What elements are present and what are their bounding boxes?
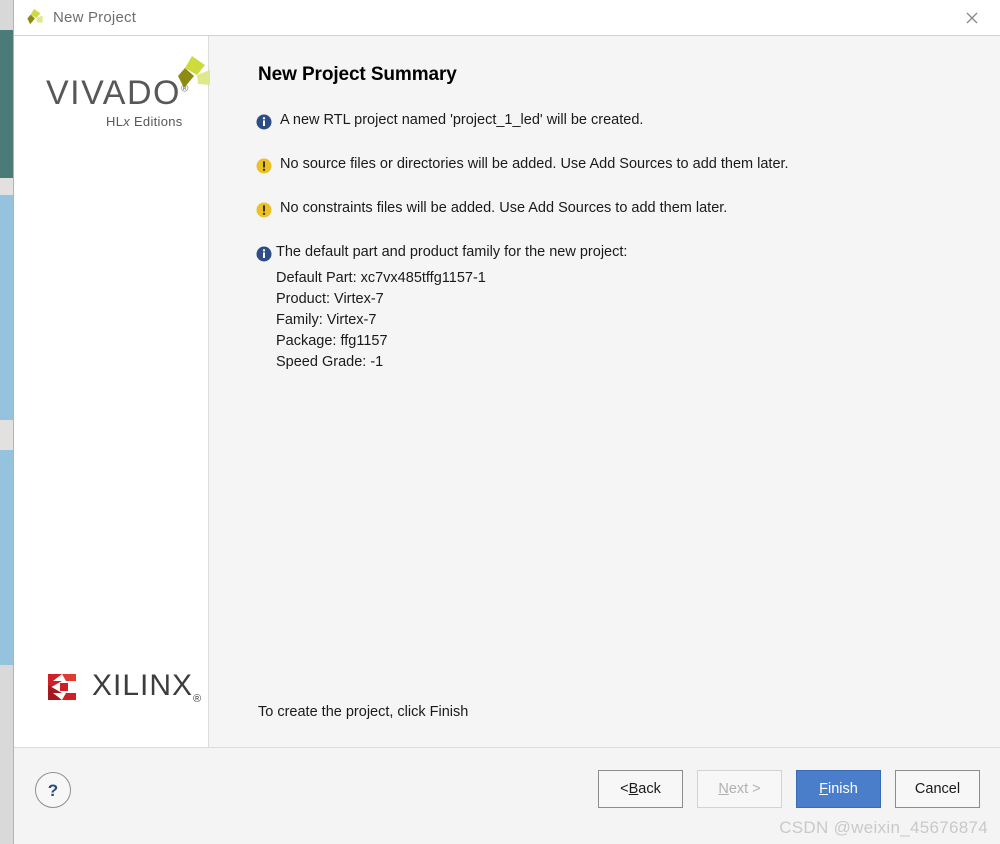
cancel-button-label: Cancel [914,781,961,797]
help-button[interactable]: ? [35,772,71,808]
finish-button-suffix: inish [828,781,858,797]
xilinx-registered-mark: ® [193,693,203,705]
xilinx-wordmark-text: XILINX [92,669,194,702]
finish-button-mnemonic: F [819,781,829,797]
summary-item-text: No source files or directories will be a… [280,156,789,172]
content-pane: New Project Summary A new RTL project na… [210,36,1000,747]
vivado-subtitle-post: Editions [130,114,183,129]
back-button-prefix: < [620,781,629,797]
part-detail-family: Family: Virtex-7 [276,312,377,328]
desktop-strip-gap-2 [0,420,13,450]
part-detail-default-part: Default Part: xc7vx485tffg1157-1 [276,270,486,286]
question-mark-icon: ? [47,780,59,800]
part-detail-package: Package: ffg1157 [276,333,388,349]
vivado-pinwheel-icon [172,54,212,96]
xilinx-mark-icon [46,671,80,703]
summary-item: No source files or directories will be a… [256,156,976,174]
vivado-wordmark: VIVADO® [46,74,190,113]
dialog-title-bar: New Project [14,0,1000,36]
dialog-sidebar: VIVADO® HLx Editions XILINX® [14,36,210,747]
part-detail-product: Product: Virtex-7 [276,291,384,307]
info-icon [256,114,272,130]
vivado-pinwheel-icon [24,8,44,28]
vivado-subtitle: HLx Editions [106,114,183,129]
default-part-heading: The default part and product family for … [276,244,628,260]
dialog-button-row: < Back Next > Finish Cancel [598,770,980,808]
finish-hint-text: To create the project, click Finish [258,704,469,720]
desktop-strip-gray [0,665,13,844]
part-detail-speed-grade: Speed Grade: -1 [276,354,384,370]
vivado-subtitle-x: x [123,114,131,129]
summary-item-text: A new RTL project named 'project_1_led' … [280,112,644,128]
info-icon [256,246,272,262]
new-project-dialog: New Project VIVADO® HLx Editions XILINX®… [13,0,1000,844]
vivado-subtitle-pre: HL [106,114,124,129]
dialog-title: New Project [53,9,137,26]
cancel-button[interactable]: Cancel [895,770,980,808]
back-button-mnemonic: B [628,781,639,797]
summary-list: A new RTL project named 'project_1_led' … [256,112,976,373]
default-part-heading-row: The default part and product family for … [256,244,976,262]
page-title: New Project Summary [258,64,457,85]
xilinx-wordmark: XILINX® [92,669,202,705]
xilinx-logo: XILINX® [46,669,202,705]
desktop-strip-teal [0,30,13,178]
warning-icon [256,158,272,174]
desktop-strip-blue-2 [0,450,13,665]
summary-item: A new RTL project named 'project_1_led' … [256,112,976,130]
vivado-wordmark-text: VIVADO [46,74,181,112]
finish-button[interactable]: Finish [796,770,881,808]
default-part-block: The default part and product family for … [256,244,976,373]
desktop-strip-blue-1 [0,195,13,420]
warning-icon [256,202,272,218]
summary-item: No constraints files will be added. Use … [256,200,976,218]
dialog-body: VIVADO® HLx Editions XILINX® New Project… [14,36,1000,747]
desktop-background-strip [0,0,13,844]
desktop-strip-gap-1 [0,178,13,195]
next-button-suffix: ext > [728,781,761,797]
next-button-mnemonic: N [718,781,729,797]
back-button-suffix: ack [638,781,661,797]
default-part-details: Default Part: xc7vx485tffg1157-1 Product… [276,268,976,373]
summary-item-text: No constraints files will be added. Use … [280,200,728,216]
back-button[interactable]: < Back [598,770,683,808]
close-icon[interactable] [952,4,992,32]
dialog-footer: ? < Back Next > Finish Cancel [14,747,1000,844]
next-button: Next > [697,770,782,808]
vivado-logo: VIVADO® HLx Editions [34,56,210,129]
